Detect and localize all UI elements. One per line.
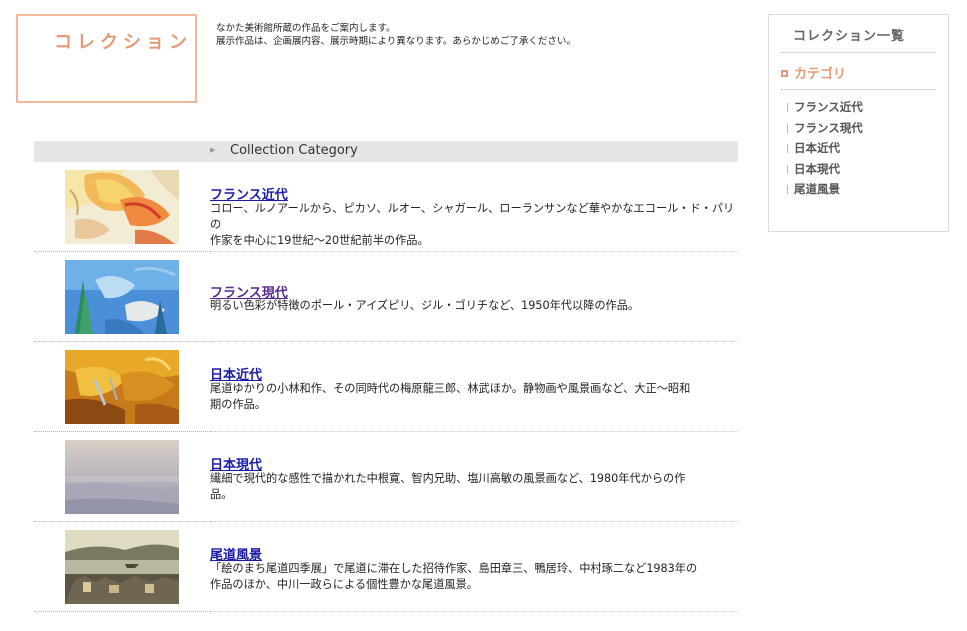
sidebar-item-french-contemporary[interactable]: フランス現代	[787, 118, 863, 139]
intro-line-2: 展示作品は、企画展内容、展示時期により異なります。あらかじめご了承ください。	[216, 36, 576, 47]
desc-line: 期の作品。	[210, 398, 266, 411]
desc-line: 作家を中心に19世紀〜20世紀前半の作品。	[210, 234, 429, 247]
desc-line: 作品のほか、中川一政らによる個性豊かな尾道風景。	[210, 578, 478, 591]
collection-title-box: コレクション	[16, 14, 197, 103]
collection-category-bar: ▶ Collection Category	[34, 141, 738, 162]
desc-line: コロー、ルノアールから、ピカソ、ルオー、シャガール、ローランサンなど華やかなエコ…	[210, 202, 735, 231]
desc-line: 品。	[210, 488, 233, 501]
sidebar-item-label: フランス現代	[794, 120, 863, 135]
sidebar-item-japanese-contemporary[interactable]: 日本現代	[787, 159, 863, 180]
painting-thumbnail-japanese-modern[interactable]	[65, 350, 179, 424]
desc-line: 「絵のまち尾道四季展」で尾道に滞在した招待作家、島田章三、鴨居玲、中村琢二など1…	[210, 562, 698, 575]
triangle-bullet-icon: ▶	[210, 146, 216, 154]
square-bullet-icon	[781, 70, 788, 77]
collection-sidebar: コレクション一覧 カテゴリ フランス近代 フランス現代 日本近代 日本現代 尾道…	[768, 14, 949, 232]
sidebar-category-list: フランス近代 フランス現代 日本近代 日本現代 尾道風景	[787, 97, 863, 200]
list-item-french-contemporary: フランス現代 明るい色彩が特徴のポール・アイズピリ、ジル・ゴリチなど、1950年…	[34, 252, 738, 342]
sidebar-category-heading: カテゴリ	[781, 63, 846, 82]
sidebar-item-label: フランス近代	[794, 100, 863, 114]
desc-line: 繊細で現代的な感性で描かれた中根寛、智内兄助、塩川高敏の風景画など、1980年代…	[210, 472, 686, 485]
sidebar-item-label: 日本現代	[794, 161, 840, 176]
bar-bullet-icon	[787, 103, 788, 112]
list-item-japanese-contemporary: 日本現代 繊細で現代的な感性で描かれた中根寛、智内兄助、塩川高敏の風景画など、1…	[34, 432, 738, 522]
item-description-japanese-contemporary: 繊細で現代的な感性で描かれた中根寛、智内兄助、塩川高敏の風景画など、1980年代…	[210, 471, 738, 503]
desc-line: 尾道ゆかりの小林和作、その同時代の梅原龍三郎、林武ほか。静物画や風景画など、大正…	[210, 382, 691, 395]
bar-bullet-icon	[787, 144, 788, 153]
page-title: コレクション	[54, 32, 192, 53]
painting-thumbnail-french-modern[interactable]	[65, 170, 179, 244]
sidebar-item-label: 日本近代	[794, 141, 840, 155]
painting-thumbnail-japanese-contemporary[interactable]	[65, 440, 179, 514]
item-description-onomichi-landscape: 「絵のまち尾道四季展」で尾道に滞在した招待作家、島田章三、鴨居玲、中村琢二など1…	[210, 561, 738, 593]
sidebar-item-onomichi-landscape[interactable]: 尾道風景	[787, 179, 863, 200]
intro-text: なかた美術館所蔵の作品をご案内します。 展示作品は、企画展内容、展示時期により異…	[216, 22, 576, 48]
sidebar-item-french-modern[interactable]: フランス近代	[787, 97, 863, 118]
bar-bullet-icon	[787, 123, 788, 133]
intro-line-1: なかた美術館所蔵の作品をご案内します。	[216, 23, 396, 34]
list-item-french-modern: フランス近代 コロー、ルノアールから、ピカソ、ルオー、シャガール、ローランサンな…	[34, 162, 738, 252]
item-description-japanese-modern: 尾道ゆかりの小林和作、その同時代の梅原龍三郎、林武ほか。静物画や風景画など、大正…	[210, 381, 738, 413]
divider	[781, 89, 935, 90]
item-description-french-modern: コロー、ルノアールから、ピカソ、ルオー、シャガール、ローランサンなど華やかなエコ…	[210, 201, 738, 249]
sidebar-item-japanese-modern[interactable]: 日本近代	[787, 138, 863, 159]
sidebar-category-label: カテゴリ	[794, 67, 847, 82]
sidebar-item-label: 尾道風景	[794, 182, 840, 196]
collection-category-title: Collection Category	[230, 143, 358, 158]
bar-bullet-icon	[787, 185, 788, 194]
divider	[210, 611, 738, 612]
painting-thumbnail-french-contemporary[interactable]	[65, 260, 179, 334]
list-item-onomichi-landscape: 尾道風景 「絵のまち尾道四季展」で尾道に滞在した招待作家、島田章三、鴨居玲、中村…	[34, 522, 738, 612]
divider	[781, 52, 935, 53]
list-item-japanese-modern: 日本近代 尾道ゆかりの小林和作、その同時代の梅原龍三郎、林武ほか。静物画や風景画…	[34, 342, 738, 432]
sidebar-title: コレクション一覧	[793, 29, 906, 44]
bar-bullet-icon	[787, 164, 788, 174]
desc-line: 明るい色彩が特徴のポール・アイズピリ、ジル・ゴリチなど、1950年代以降の作品。	[210, 299, 640, 312]
divider	[34, 611, 210, 612]
painting-thumbnail-onomichi-landscape[interactable]	[65, 530, 179, 604]
item-description-french-contemporary: 明るい色彩が特徴のポール・アイズピリ、ジル・ゴリチなど、1950年代以降の作品。	[210, 298, 738, 314]
